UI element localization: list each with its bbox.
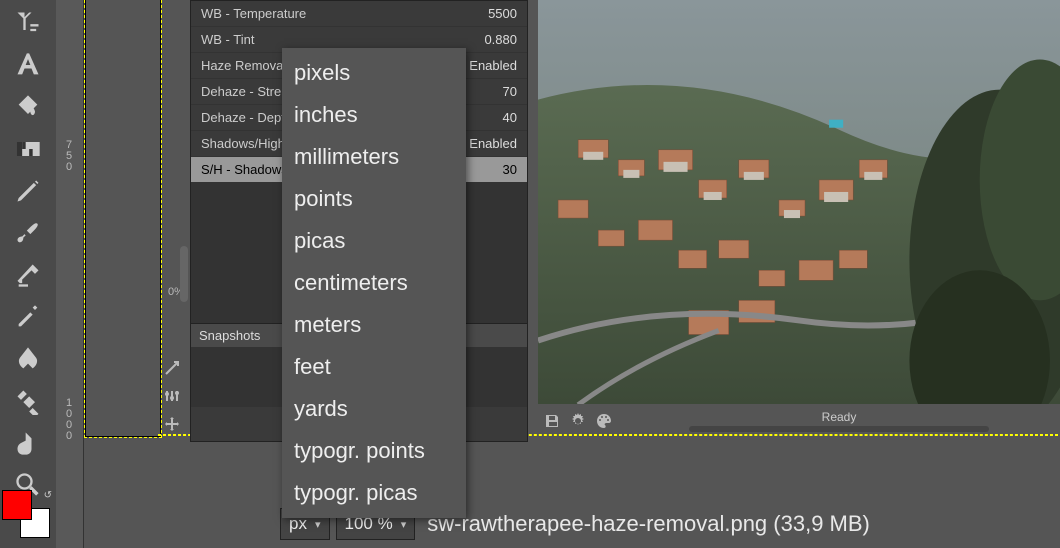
smudge-tool-icon[interactable] xyxy=(9,424,47,462)
param-value: 5500 xyxy=(488,6,517,21)
canvas-selection-border xyxy=(84,0,162,438)
gear-icon[interactable] xyxy=(568,411,588,431)
text-tool-icon[interactable] xyxy=(9,46,47,84)
unit-option-meters[interactable]: meters xyxy=(282,304,466,346)
param-value: Enabled xyxy=(469,136,517,151)
toolbox xyxy=(0,0,56,548)
unit-option-picas[interactable]: picas xyxy=(282,220,466,262)
eraser-tool-icon[interactable] xyxy=(9,256,47,294)
progress-bar xyxy=(689,426,989,432)
param-label: S/H - Shadows xyxy=(201,162,288,177)
foreground-color-swatch[interactable] xyxy=(2,490,32,520)
swap-colors-icon[interactable]: ↺ xyxy=(44,490,52,501)
unit-option-pixels[interactable]: pixels xyxy=(282,52,466,94)
param-label: Dehaze - Depth xyxy=(201,110,292,125)
vertical-ruler: 7 5 0 1 0 0 0 xyxy=(56,0,84,548)
unit-option-typogr-points[interactable]: typogr. points xyxy=(282,430,466,472)
palette-icon[interactable] xyxy=(594,411,614,431)
param-value: 0.880 xyxy=(484,32,517,47)
param-value: 70 xyxy=(503,84,517,99)
unit-option-feet[interactable]: feet xyxy=(282,346,466,388)
canvas-corner-tools xyxy=(162,358,186,434)
param-label: Haze Removal xyxy=(201,58,286,73)
image-status-bar: Ready xyxy=(538,408,1058,434)
unit-option-inches[interactable]: inches xyxy=(282,94,466,136)
status-text: Ready xyxy=(822,410,857,424)
history-row[interactable]: WB - Temperature 5500 xyxy=(191,1,527,27)
unit-option-typogr-picas[interactable]: typogr. picas xyxy=(282,472,466,514)
pencil-tool-icon[interactable] xyxy=(9,172,47,210)
panel-scrollbar[interactable] xyxy=(180,246,188,302)
color-swatches[interactable]: ↺ xyxy=(2,490,54,530)
unit-popup-menu: pixels inches millimeters points picas c… xyxy=(282,48,466,518)
image-viewport[interactable] xyxy=(538,0,1060,404)
param-value: 30 xyxy=(503,162,517,177)
param-value: 40 xyxy=(503,110,517,125)
clone-tool-icon[interactable] xyxy=(9,4,47,42)
ink-tool-icon[interactable] xyxy=(9,340,47,378)
sliders-icon[interactable] xyxy=(162,386,182,406)
param-value: Enabled xyxy=(469,58,517,73)
ruler-mark: 7 5 0 xyxy=(66,140,72,173)
airbrush-tool-icon[interactable] xyxy=(9,298,47,336)
unit-option-centimeters[interactable]: centimeters xyxy=(282,262,466,304)
chevron-down-icon: ▾ xyxy=(401,518,407,531)
save-icon[interactable] xyxy=(542,411,562,431)
chevron-down-icon: ▾ xyxy=(315,518,321,531)
filename-label: sw-rawtherapee-haze-removal.png (33,9 MB… xyxy=(427,511,870,537)
move-icon[interactable] xyxy=(162,414,182,434)
snapshots-title: Snapshots xyxy=(199,328,260,343)
bucket-fill-tool-icon[interactable] xyxy=(9,88,47,126)
unit-option-points[interactable]: points xyxy=(282,178,466,220)
ruler-mark: 1 0 0 0 xyxy=(66,398,72,442)
paintbrush-tool-icon[interactable] xyxy=(9,214,47,252)
unit-option-millimeters[interactable]: millimeters xyxy=(282,136,466,178)
unit-option-yards[interactable]: yards xyxy=(282,388,466,430)
heal-tool-icon[interactable] xyxy=(9,382,47,420)
add-path-icon[interactable] xyxy=(162,358,182,378)
param-label: WB - Temperature xyxy=(201,6,306,21)
gradient-tool-icon[interactable] xyxy=(9,130,47,168)
param-label: WB - Tint xyxy=(201,32,254,47)
